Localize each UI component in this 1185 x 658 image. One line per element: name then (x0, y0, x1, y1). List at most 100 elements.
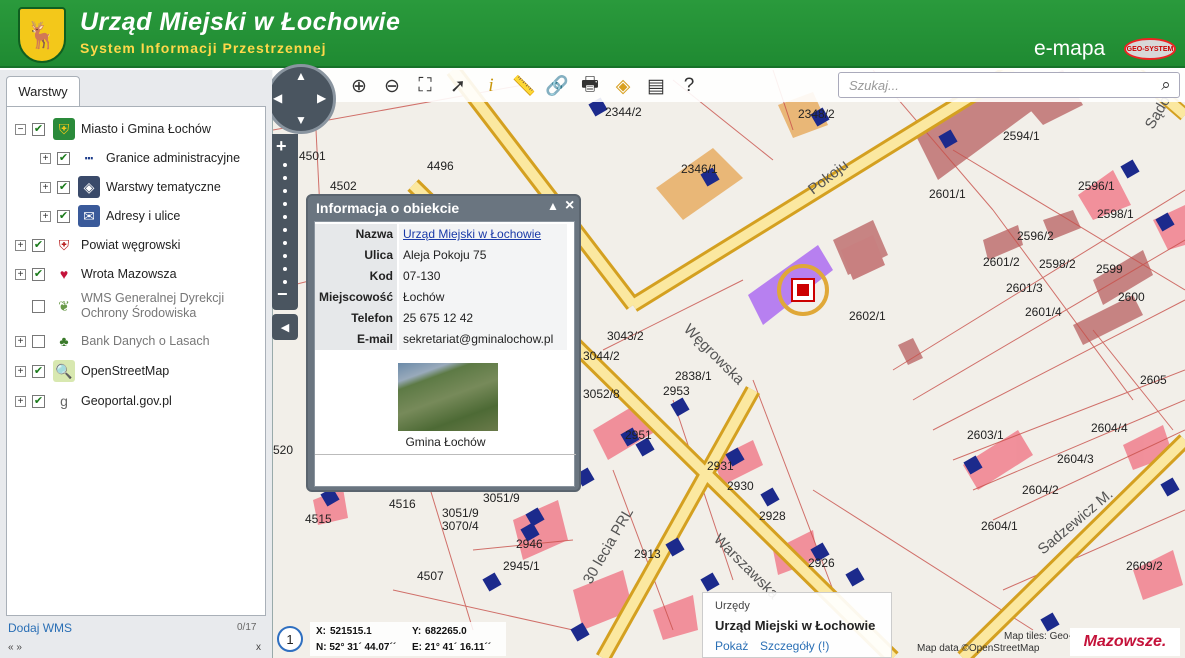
expand-toggle[interactable]: + (40, 210, 51, 222)
layer-item[interactable]: − ✔ ⛨ Miasto i Gmina Łochów (15, 117, 211, 141)
layer-label: Bank Danych o Lasach (81, 334, 210, 348)
layer-label: Geoportal.gov.pl (81, 394, 172, 408)
svg-text:2598/2: 2598/2 (1039, 257, 1076, 271)
add-wms-link[interactable]: Dodaj WMS (8, 621, 72, 635)
svg-text:2600: 2600 (1118, 290, 1145, 304)
zoom-level-dot[interactable] (283, 202, 287, 206)
svg-text:4515: 4515 (305, 512, 332, 526)
tab-layers[interactable]: Warstwy (6, 76, 80, 106)
zoom-level-dot[interactable] (283, 176, 287, 180)
zoom-level-dot[interactable] (283, 241, 287, 245)
zoom-in-icon[interactable]: ⊕ (346, 73, 372, 99)
layer-item[interactable]: + ✔ ⛨ Powiat węgrowski (15, 233, 180, 257)
expand-toggle[interactable]: + (40, 152, 51, 164)
help-icon[interactable]: ? (676, 73, 702, 99)
expand-toggle[interactable]: + (15, 335, 26, 347)
layer-label-line1: WMS Generalnej Dyrekcji (81, 291, 225, 305)
aerial-photo[interactable] (398, 363, 498, 431)
field-label: Nazwa (315, 224, 397, 245)
lat-value: N: 52° 31´ 44.07´´ (316, 642, 397, 653)
field-label: Kod (315, 266, 397, 287)
pager-arrows[interactable]: « » (8, 642, 22, 653)
pan-control[interactable]: ▲ ▼ ◀ ▶ (266, 64, 336, 134)
layer-item[interactable]: + ✔ ♥ Wrota Mazowsza (15, 262, 177, 286)
close-icon[interactable]: × (565, 197, 574, 215)
feature-category: Urzędy (715, 600, 750, 612)
collapse-panel-button[interactable]: ◀ (272, 314, 298, 340)
expand-toggle[interactable]: + (15, 268, 26, 280)
svg-text:2601/1: 2601/1 (929, 187, 966, 201)
field-value: Łochów (399, 287, 567, 308)
collapse-toggle[interactable]: − (15, 123, 26, 135)
close-panel-button[interactable]: x (256, 642, 261, 653)
layer-checkbox[interactable]: ✔ (57, 151, 70, 165)
layout-icon[interactable]: ▤ (643, 73, 669, 99)
svg-text:2953: 2953 (663, 384, 690, 398)
zoom-level-dot[interactable] (283, 163, 287, 167)
layer-item[interactable]: + ✔ ◈ Warstwy tematyczne (40, 175, 221, 199)
layer-label: WMS Generalnej Dyrekcji Ochrony Środowisk… (81, 291, 224, 321)
svg-text:2605: 2605 (1140, 373, 1167, 387)
layer-item[interactable]: + ♣ Bank Danych o Lasach (15, 329, 210, 353)
info-icon[interactable]: i (478, 73, 504, 99)
svg-text:3044/2: 3044/2 (583, 349, 620, 363)
scale-indicator[interactable]: 1 (277, 626, 303, 652)
layers-icon: ◈ (78, 176, 100, 198)
zoom-level-dot[interactable] (283, 228, 287, 232)
layer-checkbox[interactable]: ✔ (57, 209, 70, 223)
zoom-level-dot[interactable] (283, 189, 287, 193)
measure-icon[interactable]: 📏 (511, 73, 537, 99)
expand-toggle[interactable]: + (15, 365, 26, 377)
print-icon[interactable]: 🖶 (577, 73, 603, 99)
layer-item[interactable]: + ✔ 🔍 OpenStreetMap (15, 359, 169, 383)
pan-left-icon[interactable]: ◀ (273, 91, 282, 105)
moose-coat-of-arms-icon: 🦌 (18, 7, 66, 63)
search-icon[interactable]: ⌕ (1154, 73, 1178, 97)
expand-toggle[interactable]: + (15, 395, 26, 407)
pan-down-icon[interactable]: ▼ (295, 113, 307, 127)
search-input[interactable]: Szukaj... (838, 72, 1180, 98)
feature-name: Urząd Miejski w Łochowie (715, 618, 876, 633)
field-value-name-link[interactable]: Urząd Miejski w Łochowie (399, 224, 567, 245)
layer-checkbox[interactable]: ✔ (32, 238, 45, 252)
field-label: E-mail (315, 329, 397, 350)
details-link[interactable]: Szczegóły (!) (760, 639, 829, 653)
zoom-out-icon[interactable]: ⊖ (379, 73, 405, 99)
layer-item[interactable]: + ✔ ✉ Adresy i ulice (40, 204, 180, 228)
zoom-level-dot[interactable] (283, 215, 287, 219)
layer-checkbox[interactable]: ✔ (57, 180, 70, 194)
y-label: Y: (412, 626, 422, 637)
layer-checkbox[interactable] (32, 334, 45, 348)
svg-text:2596/2: 2596/2 (1017, 229, 1054, 243)
layer-checkbox[interactable] (32, 299, 45, 313)
layer-item[interactable]: + ✔ ┅ Granice administracyjne (40, 146, 240, 170)
pointer-icon[interactable]: ➚ (445, 73, 471, 99)
layer-label: Granice administracyjne (106, 151, 241, 165)
svg-text:2596/1: 2596/1 (1078, 179, 1115, 193)
pan-right-icon[interactable]: ▶ (317, 91, 326, 105)
field-value: sekretariat@gminalochow.pl (399, 329, 567, 350)
zoom-extent-icon[interactable]: ⛶ (412, 73, 438, 99)
layer-checkbox[interactable]: ✔ (32, 267, 45, 281)
expand-toggle[interactable]: + (40, 181, 51, 193)
layer-checkbox[interactable]: ✔ (32, 122, 45, 136)
layer-label: OpenStreetMap (81, 364, 170, 378)
layer-item[interactable]: ❦ WMS Generalnej Dyrekcji Ochrony Środowi… (15, 288, 224, 324)
zoom-plus-icon[interactable]: + (276, 136, 287, 157)
popup-title: Informacja o obiekcie (316, 200, 460, 216)
leaf-icon: ❦ (58, 297, 70, 314)
svg-text:4516: 4516 (389, 497, 416, 511)
zoom-level-dot[interactable] (283, 254, 287, 258)
layer-checkbox[interactable]: ✔ (32, 364, 45, 378)
coat-of-arms-icon: ⛨ (53, 118, 75, 140)
zoom-level-dot[interactable] (283, 267, 287, 271)
layers-icon[interactable]: ◈ (610, 73, 636, 99)
link-icon[interactable]: 🔗 (544, 73, 570, 99)
zoom-minus-icon[interactable]: − (277, 284, 288, 305)
pan-up-icon[interactable]: ▲ (295, 69, 307, 83)
expand-toggle[interactable]: + (15, 239, 26, 251)
layer-item[interactable]: + ✔ g Geoportal.gov.pl (15, 389, 172, 413)
layer-checkbox[interactable]: ✔ (32, 394, 45, 408)
show-link[interactable]: Pokaż (715, 639, 748, 653)
minimize-icon[interactable]: ▲ (547, 199, 559, 213)
